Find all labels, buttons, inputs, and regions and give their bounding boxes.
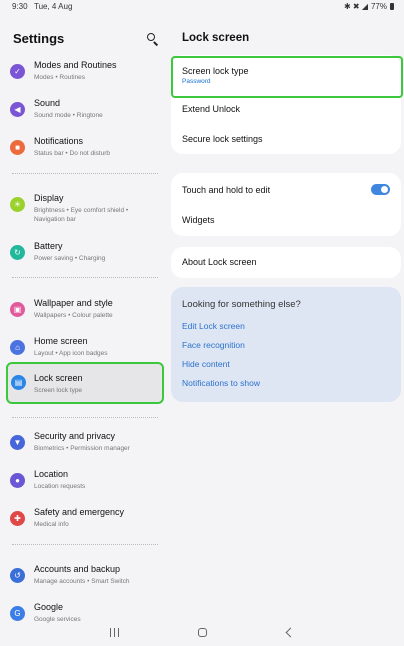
sidebar-item-wallpaper[interactable]: ▣ Wallpaper and style Wallpapers • Colou…: [6, 293, 164, 327]
sidebar-item-sub: Sound mode • Ringtone: [34, 112, 103, 119]
sidebar-item-battery[interactable]: ↻ Battery Power saving • Charging: [6, 236, 164, 270]
sidebar-item-notifications[interactable]: ■ Notifications Status bar • Do not dist…: [6, 131, 164, 165]
battery-icon: ↻: [10, 245, 25, 260]
sidebar-item-safety[interactable]: ✚ Safety and emergency Medical info: [6, 502, 164, 536]
settings-title: Settings: [13, 31, 65, 46]
sidebar-item-label: Location: [34, 469, 69, 479]
extend-unlock-item[interactable]: Extend Unlock: [182, 104, 240, 114]
home-icon[interactable]: [198, 628, 207, 637]
sidebar-item-label: Notifications: [34, 136, 84, 146]
location-icon: ●: [10, 473, 25, 488]
secure-lock-settings-item[interactable]: Secure lock settings: [182, 134, 263, 144]
settings-list-panel: Settings ✓ Modes and Routines Modes • Ro…: [0, 14, 170, 626]
status-date: Tue, 4 Aug: [34, 2, 73, 11]
back-icon[interactable]: [285, 627, 296, 638]
sidebar-item-home-screen[interactable]: ⌂ Home screen Layout • App icon badges: [6, 331, 164, 365]
sidebar-item-security[interactable]: ▼ Security and privacy Biometrics • Perm…: [6, 426, 164, 460]
navigation-bar: [0, 622, 404, 646]
link-notifications-to-show[interactable]: Notifications to show: [182, 378, 260, 388]
divider: [12, 544, 158, 545]
battery-level: 77%: [370, 2, 387, 11]
divider: [12, 417, 158, 418]
google-icon: G: [10, 606, 25, 621]
widgets-item[interactable]: Widgets: [182, 215, 215, 225]
link-face-recognition[interactable]: Face recognition: [182, 340, 245, 350]
sidebar-item-sub: Power saving • Charging: [34, 255, 106, 262]
about-lock-screen-item[interactable]: About Lock screen: [171, 247, 401, 278]
suggestions-card: Looking for something else? Edit Lock sc…: [171, 287, 401, 402]
lock-icon: ▤: [11, 375, 26, 390]
sidebar-item-label: Modes and Routines: [34, 60, 117, 70]
sidebar-item-sub: Biometrics • Permission manager: [34, 445, 130, 452]
sidebar-item-label: Safety and emergency: [34, 507, 125, 517]
divider: [12, 173, 158, 174]
sidebar-item-label: Lock screen: [34, 373, 83, 383]
sidebar-item-lock-screen[interactable]: ▤ Lock screen Screen lock type: [6, 362, 164, 404]
sidebar-item-label: Security and privacy: [34, 431, 116, 441]
wallpaper-icon: ▣: [10, 302, 25, 317]
divider: [12, 277, 158, 278]
sidebar-item-label: Sound: [34, 98, 61, 108]
suggestions-title: Looking for something else?: [182, 299, 301, 310]
modes-icon: ✓: [10, 64, 25, 79]
touch-and-hold-toggle[interactable]: [371, 184, 390, 195]
battery-status-icon: [390, 3, 394, 10]
sidebar-item-sub: Screen lock type: [34, 387, 83, 394]
status-symbols: ✱ ✖ ◢: [343, 2, 368, 11]
sidebar-item-label: Accounts and backup: [34, 564, 121, 574]
link-hide-content[interactable]: Hide content: [182, 359, 230, 369]
sidebar-item-sub: Brightness • Eye comfort shield •: [34, 207, 129, 214]
shield-icon: ▼: [10, 435, 25, 450]
sidebar-item-label: Google: [34, 602, 64, 612]
edit-settings-card: Touch and hold to edit Widgets: [171, 173, 401, 236]
link-edit-lock-screen[interactable]: Edit Lock screen: [182, 321, 245, 331]
page-title: Lock screen: [182, 32, 250, 44]
home-screen-icon: ⌂: [10, 340, 25, 355]
sidebar-item-sub: Medical info: [34, 521, 69, 528]
search-icon[interactable]: [146, 32, 160, 46]
sidebar-item-label: Battery: [34, 241, 63, 251]
touch-and-hold-label: Touch and hold to edit: [182, 185, 271, 195]
sidebar-item-sub-2: Navigation bar: [34, 216, 76, 223]
sound-icon: ◀: [10, 102, 25, 117]
sidebar-item-sub: Manage accounts • Smart Switch: [34, 578, 130, 585]
status-icons: ✱ ✖ ◢ 77%: [344, 2, 394, 11]
sidebar-item-sound[interactable]: ◀ Sound Sound mode • Ringtone: [6, 93, 164, 127]
emergency-icon: ✚: [10, 511, 25, 526]
recent-apps-icon[interactable]: [110, 628, 119, 637]
status-bar: 9:30 Tue, 4 Aug ✱ ✖ ◢ 77%: [0, 0, 404, 14]
accounts-icon: ↺: [10, 568, 25, 583]
sidebar-item-sub: Wallpapers • Colour palette: [34, 312, 113, 319]
sidebar-item-label: Home screen: [34, 336, 88, 346]
sidebar-item-sub: Location requests: [34, 483, 86, 490]
sidebar-item-label: Wallpaper and style: [34, 298, 113, 308]
screen-lock-type-item[interactable]: [171, 56, 403, 98]
sidebar-item-location[interactable]: ● Location Location requests: [6, 464, 164, 498]
sidebar-item-display[interactable]: ☀ Display Brightness • Eye comfort shiel…: [6, 188, 164, 228]
sidebar-item-sub: Modes • Routines: [34, 74, 86, 81]
sidebar-item-label: Display: [34, 193, 64, 203]
about-lock-screen-label: About Lock screen: [182, 257, 257, 267]
sidebar-item-modes[interactable]: ✓ Modes and Routines Modes • Routines: [6, 55, 164, 89]
sidebar-item-sub: Status bar • Do not disturb: [34, 150, 110, 157]
status-time: 9:30: [12, 2, 28, 11]
sidebar-item-sub: Layout • App icon badges: [34, 350, 108, 357]
sidebar-item-accounts[interactable]: ↺ Accounts and backup Manage accounts • …: [6, 559, 164, 593]
display-icon: ☀: [10, 197, 25, 212]
notifications-icon: ■: [10, 140, 25, 155]
